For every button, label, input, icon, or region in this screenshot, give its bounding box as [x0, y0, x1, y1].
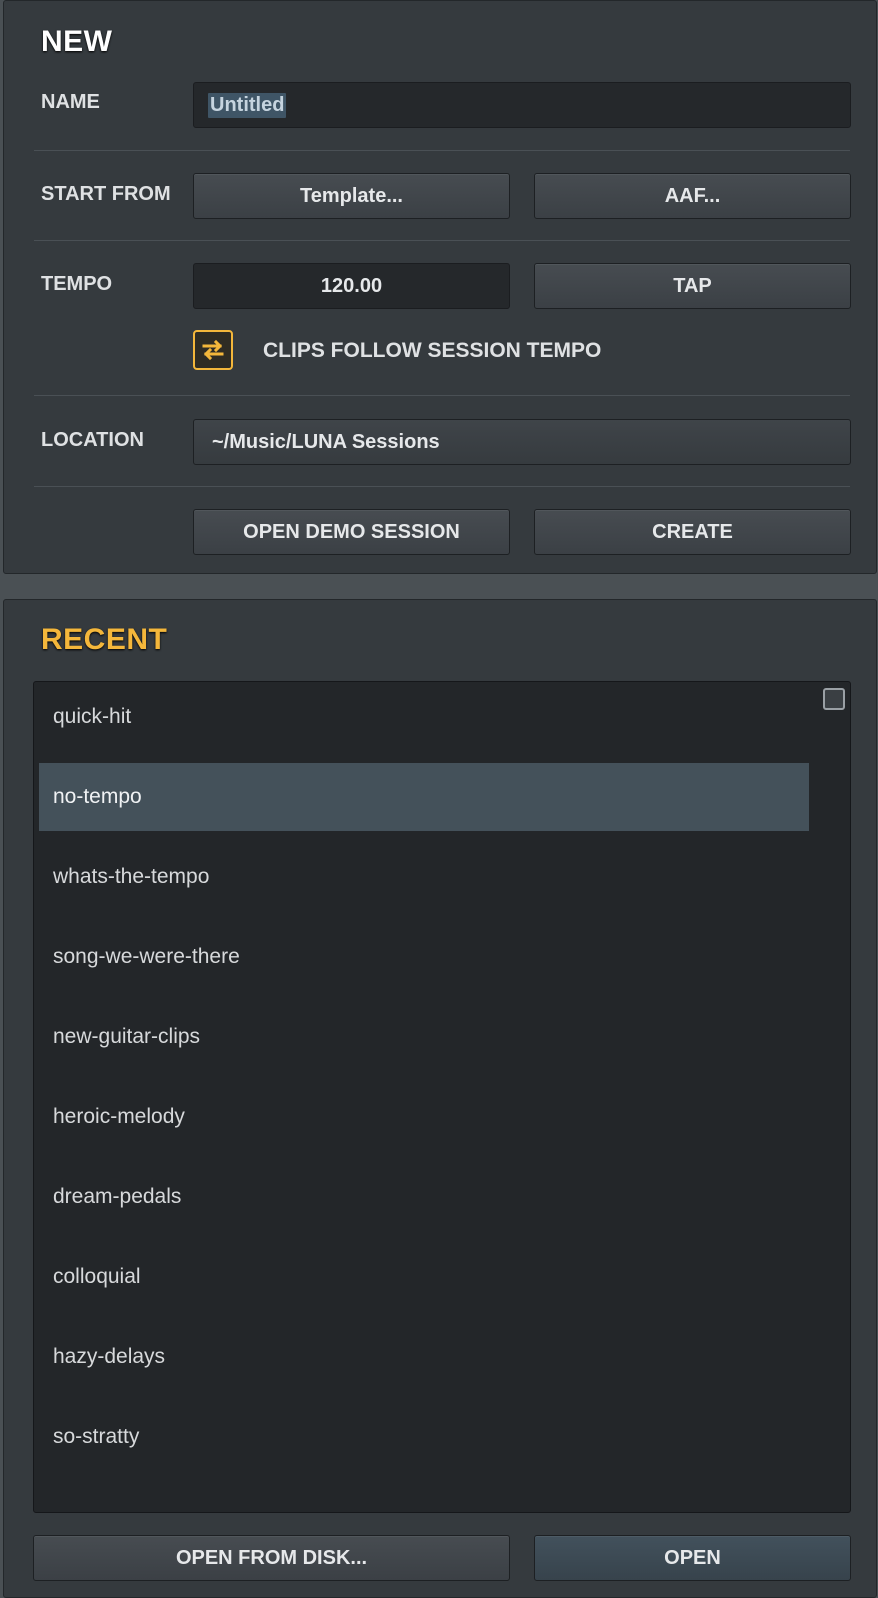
clips-follow-tempo-toggle[interactable] — [193, 330, 233, 370]
name-label: NAME — [41, 91, 100, 113]
recent-session-label: hazy-delays — [53, 1345, 166, 1368]
recent-session-label: quick-hit — [53, 705, 132, 728]
recent-session-label: dream-pedals — [53, 1185, 182, 1208]
divider — [34, 395, 850, 396]
recent-session-item[interactable]: hazy-delays — [39, 1323, 809, 1391]
recent-session-label: new-guitar-clips — [53, 1025, 201, 1048]
tempo-label: TEMPO — [41, 273, 113, 295]
new-panel-title: NEW — [41, 25, 113, 58]
tap-tempo-button[interactable]: TAP — [534, 263, 851, 309]
name-input-value: Untitled — [208, 92, 287, 118]
create-button[interactable]: CREATE — [534, 509, 851, 555]
open-demo-session-button[interactable]: OPEN DEMO SESSION — [193, 509, 510, 555]
location-selector[interactable]: ~/Music/LUNA Sessions — [193, 419, 851, 465]
open-button[interactable]: OPEN — [534, 1535, 851, 1581]
recent-session-item[interactable]: dream-pedals — [39, 1163, 809, 1231]
template-button[interactable]: Template... — [193, 173, 510, 219]
recent-session-item[interactable]: new-guitar-clips — [39, 1003, 809, 1071]
name-input[interactable]: Untitled — [193, 82, 851, 128]
recent-session-item[interactable]: whats-the-tempo — [39, 843, 809, 911]
recent-session-label: colloquial — [53, 1265, 141, 1288]
recent-session-label: whats-the-tempo — [53, 865, 210, 888]
recent-session-item[interactable]: no-tempo — [39, 763, 809, 831]
recent-sessions-list[interactable]: quick-hit no-tempo whats-the-tempo song-we-… — [33, 681, 851, 1513]
tempo-input[interactable]: 120.00 — [193, 263, 510, 309]
recent-sessions-panel: RECENT quick-hit no-tempo whats-the-tempo s… — [3, 599, 877, 1598]
start-from-label: START FROM — [41, 183, 171, 205]
new-session-panel: NEW NAME Untitled START FROM Template...… — [3, 0, 877, 574]
recent-session-item[interactable]: colloquial — [39, 1243, 809, 1311]
recent-session-item[interactable]: so-stratty — [39, 1403, 809, 1471]
location-value: ~/Music/LUNA Sessions — [212, 430, 440, 453]
divider — [34, 240, 850, 241]
divider — [34, 150, 850, 151]
aaf-button[interactable]: AAF... — [534, 173, 851, 219]
recent-session-label: no-tempo — [53, 785, 142, 808]
sync-arrows-icon — [202, 339, 224, 361]
recent-session-item[interactable]: heroic-melody — [39, 1083, 809, 1151]
location-label: LOCATION — [41, 429, 144, 451]
recent-session-label: so-stratty — [53, 1425, 140, 1448]
recent-session-label: heroic-melody — [53, 1105, 185, 1128]
recent-session-item[interactable]: quick-hit — [39, 683, 809, 751]
recent-panel-title: RECENT — [41, 623, 168, 656]
recent-session-item[interactable]: song-we-were-there — [39, 923, 809, 991]
divider — [34, 486, 850, 487]
recent-session-label: song-we-were-there — [53, 945, 240, 968]
open-from-disk-button[interactable]: OPEN FROM DISK... — [33, 1535, 510, 1581]
clips-follow-tempo-label: CLIPS FOLLOW SESSION TEMPO — [263, 339, 602, 362]
list-view-toggle[interactable] — [823, 688, 845, 710]
tempo-input-value: 120.00 — [320, 274, 383, 297]
